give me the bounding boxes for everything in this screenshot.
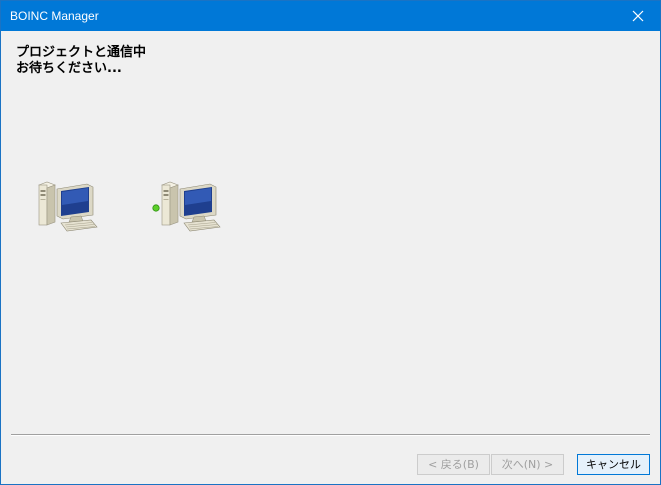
back-button[interactable]: < 戻る(B): [417, 454, 490, 475]
heading-line-2: お待ちください...: [16, 61, 122, 76]
close-icon: [632, 10, 644, 22]
green-dot-icon: [152, 204, 160, 212]
title-bar[interactable]: BOINC Manager: [1, 1, 660, 31]
window-title: BOINC Manager: [10, 9, 99, 23]
remote-computer-icon: [160, 181, 222, 233]
heading-line-1: プロジェクトと通信中: [16, 45, 147, 60]
dialog-body: プロジェクトと通信中 お待ちください... < 戻る(B) 次へ(N) > キャ…: [1, 31, 660, 484]
next-button[interactable]: 次へ(N) >: [491, 454, 564, 475]
close-button[interactable]: [616, 1, 660, 31]
status-heading: プロジェクトと通信中 お待ちください...: [16, 45, 146, 77]
button-separator: [11, 434, 650, 436]
local-computer-icon: [37, 181, 99, 233]
boinc-manager-window: BOINC Manager プロジェクトと通信中 お待ちください... < 戻る…: [0, 0, 661, 485]
cancel-button[interactable]: キャンセル: [577, 454, 650, 475]
